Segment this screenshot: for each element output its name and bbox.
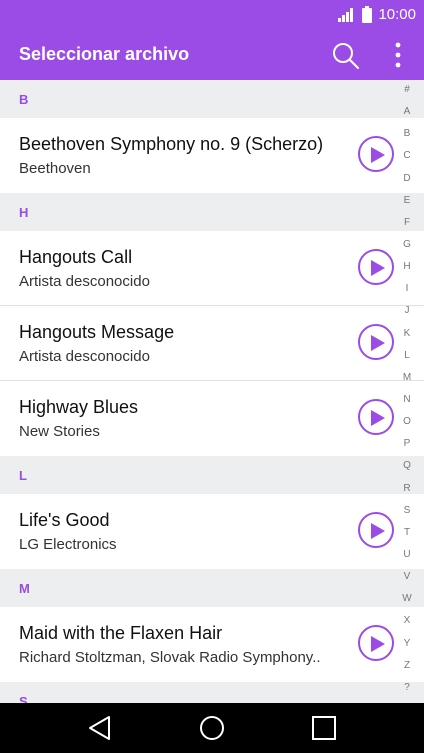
section-letter: B: [19, 91, 29, 107]
section-letter: M: [19, 580, 30, 596]
recents-button[interactable]: [309, 713, 339, 743]
page-title: Seleccionar archivo: [19, 44, 190, 64]
alphabet-index-letter[interactable]: X: [404, 615, 411, 627]
home-button[interactable]: [197, 713, 227, 743]
alphabet-index-letter[interactable]: Z: [404, 660, 410, 672]
home-icon: [200, 716, 224, 740]
alphabet-index-letter[interactable]: H: [403, 261, 410, 273]
navigation-bar: [0, 703, 424, 753]
recents-icon: [312, 716, 336, 740]
alphabet-index-letter[interactable]: D: [403, 173, 410, 185]
alphabet-index-letter[interactable]: R: [403, 483, 410, 495]
section-letter: H: [19, 204, 29, 220]
song-title: Highway Blues: [19, 397, 139, 417]
list-item[interactable]: Hangouts Message Artista desconocido: [0, 306, 424, 381]
alphabet-index-letter[interactable]: L: [404, 350, 410, 362]
section-header-s: S: [0, 682, 424, 703]
song-artist: Artista desconocido: [19, 348, 150, 365]
song-title: Hangouts Message: [19, 322, 175, 342]
play-button[interactable]: [358, 399, 394, 435]
section-letter: S: [19, 693, 28, 704]
play-icon: [371, 410, 385, 426]
play-button[interactable]: [358, 249, 394, 285]
play-button[interactable]: [358, 512, 394, 548]
status-bar: 10:00: [0, 0, 424, 30]
play-icon: [371, 260, 385, 276]
list-item[interactable]: Maid with the Flaxen Hair Richard Stoltz…: [0, 607, 424, 682]
alphabet-index-letter[interactable]: B: [404, 128, 411, 140]
list-item[interactable]: Life's Good LG Electronics: [0, 494, 424, 569]
alphabet-index-letter[interactable]: O: [403, 416, 411, 428]
play-icon: [371, 523, 385, 539]
alphabet-index-letter[interactable]: I: [406, 283, 409, 295]
play-icon: [371, 147, 385, 163]
alphabet-index-letter[interactable]: G: [403, 239, 411, 251]
song-title: Beethoven Symphony no. 9 (Scherzo): [19, 134, 324, 154]
play-button[interactable]: [358, 324, 394, 360]
section-letter: L: [19, 467, 27, 483]
back-button[interactable]: [85, 713, 115, 743]
alphabet-index-letter[interactable]: F: [404, 217, 410, 229]
alphabet-index-letter[interactable]: S: [404, 505, 411, 517]
battery-icon: [362, 6, 373, 23]
song-artist: Artista desconocido: [19, 273, 150, 290]
alphabet-index-letter[interactable]: E: [404, 195, 411, 207]
section-header-b: B: [0, 80, 424, 118]
list-item[interactable]: Beethoven Symphony no. 9 (Scherzo) Beeth…: [0, 118, 424, 193]
list-item[interactable]: Highway Blues New Stories: [0, 381, 424, 456]
play-button[interactable]: [358, 136, 394, 172]
app-bar: Seleccionar archivo: [0, 30, 424, 80]
alphabet-index-letter[interactable]: W: [402, 593, 411, 605]
alphabet-index-letter[interactable]: #: [404, 84, 410, 96]
alphabet-index-letter[interactable]: K: [404, 328, 411, 340]
song-artist: New Stories: [19, 423, 100, 440]
search-icon: [333, 43, 360, 70]
play-icon: [371, 636, 385, 652]
file-list[interactable]: B Beethoven Symphony no. 9 (Scherzo) Bee…: [0, 80, 424, 703]
song-title: Life's Good: [19, 510, 110, 530]
play-button[interactable]: [358, 625, 394, 661]
song-artist: Beethoven: [19, 160, 91, 177]
alphabet-index-letter[interactable]: P: [404, 438, 411, 450]
alphabet-index-letter[interactable]: ?: [404, 682, 410, 694]
song-title: Hangouts Call: [19, 247, 133, 267]
back-icon: [89, 716, 110, 740]
alphabet-index[interactable]: # A B C D E F G H I J K L M N O P Q R S T U V W X Y Z?: [396, 84, 418, 694]
song-artist: LG Electronics: [19, 536, 117, 553]
alphabet-index-letter[interactable]: N: [403, 394, 410, 406]
status-time: 10:00: [378, 6, 416, 23]
alphabet-index-letter[interactable]: U: [403, 549, 410, 561]
more-vert-icon: [395, 42, 401, 68]
song-artist: Richard Stoltzman, Slovak Radio Symphony…: [19, 649, 321, 666]
section-header-h: H: [0, 193, 424, 231]
alphabet-index-letter[interactable]: T: [404, 527, 410, 539]
play-icon: [371, 335, 385, 351]
section-header-m: M: [0, 569, 424, 607]
alphabet-index-letter[interactable]: C: [403, 150, 410, 162]
alphabet-index-letter[interactable]: M: [403, 372, 411, 384]
more-options-button[interactable]: [384, 40, 412, 72]
alphabet-index-letter[interactable]: A: [404, 106, 411, 118]
alphabet-index-letter[interactable]: Q: [403, 460, 411, 472]
signal-icon: [338, 7, 354, 22]
alphabet-index-letter[interactable]: Y: [404, 638, 411, 650]
alphabet-index-letter[interactable]: V: [404, 571, 411, 583]
search-button[interactable]: [330, 40, 362, 72]
song-title: Maid with the Flaxen Hair: [19, 623, 223, 643]
alphabet-index-letter[interactable]: J: [405, 305, 410, 317]
list-item[interactable]: Hangouts Call Artista desconocido: [0, 231, 424, 306]
section-header-l: L: [0, 456, 424, 494]
